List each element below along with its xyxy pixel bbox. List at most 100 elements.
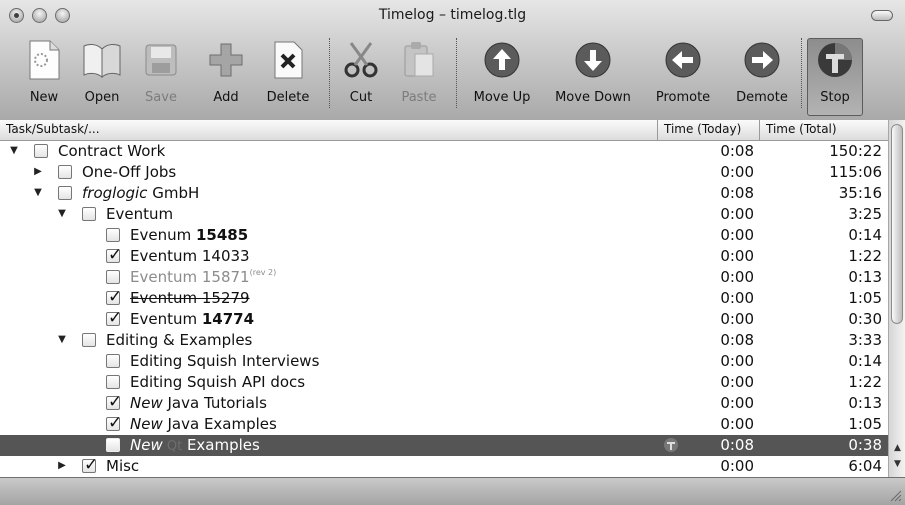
task-done-checkbox[interactable] — [106, 438, 120, 452]
time-total: 0:30 — [848, 310, 882, 328]
task-row[interactable]: ▼ froglogic GmbH 0:08 35:16 — [0, 183, 888, 204]
task-name-part: Eventum — [106, 205, 174, 223]
task-name-part: New — [130, 415, 163, 433]
task-row[interactable]: ▶ One-Off Jobs 0:00 115:06 — [0, 162, 888, 183]
open-button[interactable]: Open — [80, 34, 124, 114]
arrow-up-circle-icon — [480, 38, 524, 82]
delete-label: Delete — [266, 90, 310, 105]
task-name: Contract Work — [58, 142, 165, 160]
task-row[interactable]: ▼ Eventum 0:00 3:25 — [0, 204, 888, 225]
stop-button[interactable]: Stop — [813, 34, 857, 114]
task-name-part: New — [130, 394, 163, 412]
task-name: One-Off Jobs — [82, 163, 176, 181]
task-row-selected[interactable]: New Qt Examples 0:08 0:38 — [0, 435, 888, 456]
task-done-checkbox[interactable] — [82, 333, 96, 347]
task-row[interactable]: Eventum 15871(rev 2) 0:00 0:13 — [0, 267, 888, 288]
time-today: 0:08 — [720, 331, 754, 349]
task-row[interactable]: ▼ Editing & Examples 0:08 3:33 — [0, 330, 888, 351]
task-done-checkbox[interactable] — [58, 165, 72, 179]
move-down-button[interactable]: Move Down — [553, 34, 633, 114]
new-button[interactable]: New — [22, 34, 66, 114]
column-header-row: Task/Subtask/... Time (Today) Time (Tota… — [0, 120, 888, 141]
task-done-checkbox[interactable] — [106, 375, 120, 389]
disclosure-open-icon[interactable]: ▼ — [32, 187, 44, 199]
task-row[interactable]: Editing Squish Interviews 0:00 0:14 — [0, 351, 888, 372]
disclosure-open-icon[interactable]: ▼ — [8, 145, 20, 157]
task-name-part: Eventum 14033 — [130, 247, 250, 265]
paste-button[interactable]: Paste — [396, 34, 442, 114]
task-done-checkbox[interactable] — [82, 207, 96, 221]
delete-document-icon — [266, 38, 310, 82]
column-header-today[interactable]: Time (Today) — [664, 122, 741, 136]
task-row[interactable]: Evenum 15485 0:00 0:14 — [0, 225, 888, 246]
time-today: 0:08 — [720, 184, 754, 202]
scroll-up-arrow-icon[interactable]: ▲ — [892, 443, 903, 453]
column-divider[interactable] — [657, 120, 658, 140]
task-row[interactable]: ▼ Contract Work 0:08 150:22 — [0, 141, 888, 162]
arrow-left-circle-icon — [661, 38, 705, 82]
disclosure-closed-icon[interactable]: ▶ — [32, 166, 44, 178]
task-done-checkbox[interactable] — [106, 287, 122, 307]
task-name-part: Java Tutorials — [162, 394, 267, 412]
task-name: Misc — [106, 457, 139, 475]
disclosure-open-icon[interactable]: ▼ — [56, 208, 68, 220]
task-name-part: New — [130, 436, 163, 454]
task-name: Editing & Examples — [106, 331, 252, 349]
resize-grip-icon[interactable] — [888, 488, 902, 502]
task-row[interactable]: ▶ Misc 0:00 6:04 — [0, 455, 888, 477]
task-outline-view[interactable]: Task/Subtask/... Time (Today) Time (Tota… — [0, 120, 905, 477]
task-done-checkbox[interactable] — [106, 270, 120, 284]
delete-button[interactable]: Delete — [265, 34, 311, 114]
app-window: Timelog – timelog.tlg New Open Save Add … — [0, 0, 905, 505]
add-button[interactable]: Add — [204, 34, 248, 114]
task-row[interactable]: New Java Examples 0:00 1:05 — [0, 413, 888, 435]
save-button[interactable]: Save — [139, 34, 183, 114]
column-header-total[interactable]: Time (Total) — [766, 122, 837, 136]
arrow-right-circle-icon — [740, 38, 784, 82]
task-done-checkbox[interactable] — [106, 308, 122, 328]
vertical-scrollbar[interactable]: ▲ ▼ — [888, 120, 905, 477]
disclosure-open-icon[interactable]: ▼ — [56, 334, 68, 346]
task-row[interactable]: Editing Squish API docs 0:00 1:22 — [0, 372, 888, 393]
task-done-checkbox[interactable] — [106, 392, 122, 412]
task-done-checkbox[interactable] — [106, 413, 122, 433]
stop-timer-icon — [813, 38, 857, 82]
task-row[interactable]: Eventum 14033 0:00 1:22 — [0, 245, 888, 267]
title-bar[interactable]: Timelog – timelog.tlg — [0, 0, 905, 30]
cut-label: Cut — [349, 90, 373, 105]
task-name-part: (rev 2) — [249, 268, 277, 277]
task-done-checkbox[interactable] — [34, 144, 48, 158]
time-total: 0:38 — [848, 436, 882, 454]
time-today: 0:00 — [720, 247, 754, 265]
task-done-checkbox[interactable] — [58, 186, 72, 200]
column-divider[interactable] — [759, 120, 760, 140]
task-done-checkbox[interactable] — [106, 245, 122, 265]
task-name: Evenum 15485 — [130, 226, 248, 244]
new-label: New — [29, 90, 59, 105]
cut-button[interactable]: Cut — [339, 34, 383, 114]
demote-button[interactable]: Demote — [730, 34, 794, 114]
task-name-part: Misc — [106, 457, 140, 475]
disclosure-closed-icon[interactable]: ▶ — [56, 460, 68, 472]
scroll-down-arrow-icon[interactable]: ▼ — [892, 459, 903, 469]
time-total: 0:14 — [848, 226, 882, 244]
time-total: 3:33 — [848, 331, 882, 349]
task-row[interactable]: Eventum 14774 0:00 0:30 — [0, 308, 888, 330]
promote-button[interactable]: Promote — [651, 34, 715, 114]
task-name-part: 15485 — [195, 226, 249, 244]
task-row[interactable]: New Java Tutorials 0:00 0:13 — [0, 392, 888, 414]
task-done-checkbox[interactable] — [82, 455, 98, 475]
open-label: Open — [84, 90, 120, 105]
move-up-button[interactable]: Move Up — [470, 34, 534, 114]
task-done-checkbox[interactable] — [106, 228, 120, 242]
task-done-checkbox[interactable] — [106, 354, 120, 368]
task-name: Eventum 14033 — [130, 247, 250, 265]
column-header-task[interactable]: Task/Subtask/... — [6, 122, 100, 136]
task-name: Editing Squish Interviews — [130, 352, 319, 370]
scrollbar-thumb[interactable] — [891, 124, 903, 324]
toolbar-toggle-button[interactable] — [871, 10, 893, 21]
task-rows: ▼ Contract Work 0:08 150:22 ▶ One-Off Jobs 0:0… — [0, 141, 888, 477]
time-today: 0:00 — [720, 394, 754, 412]
demote-label: Demote — [736, 90, 788, 105]
task-row[interactable]: Eventum 15279 0:00 1:05 — [0, 287, 888, 309]
